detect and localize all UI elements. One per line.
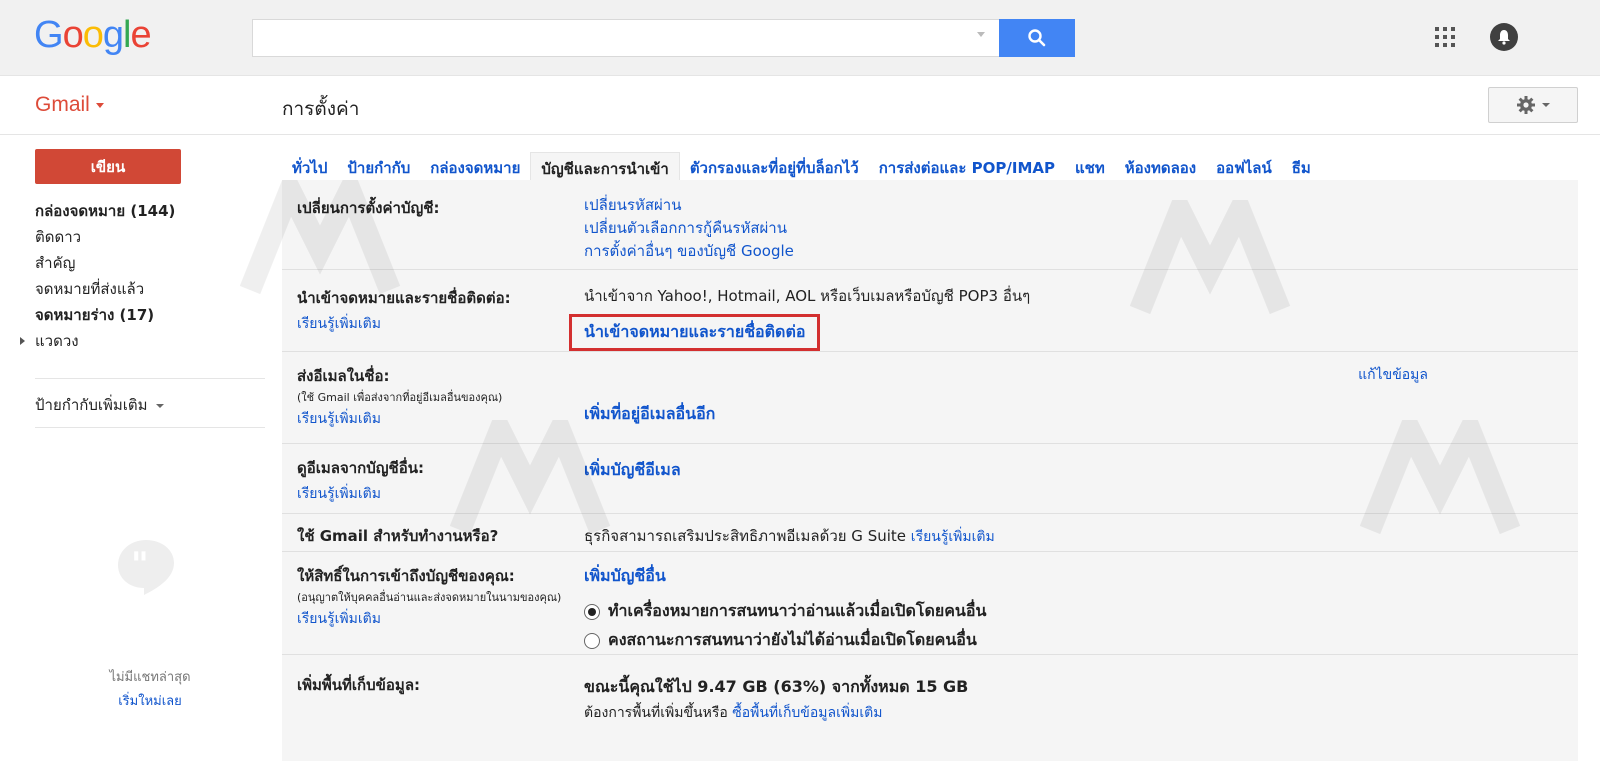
row-work: ใช้ Gmail สำหรับทำงานหรือ? ธุรกิจสามารถเ… [282,514,1578,552]
notifications-bell-icon[interactable] [1490,23,1518,51]
google-account-settings-link[interactable]: การตั้งค่าอื่นๆ ของบัญชี Google [584,240,1544,263]
option-keep-unread[interactable]: คงสถานะการสนทนาว่ายังไม่ได้อ่านเมื่อเปิด… [584,628,1544,653]
chevron-down-icon [95,102,104,108]
learn-more-link[interactable]: เรียนรู้เพิ่มเติม [297,608,567,630]
gear-icon [1517,96,1535,114]
app-header: Gmail การตั้งค่า [0,77,1600,135]
svg-text:": " [131,545,149,585]
hangouts-quote-icon: " [118,540,174,595]
search-icon [1028,29,1046,47]
sidebar-more-cut [35,354,265,368]
change-password-link[interactable]: เปลี่ยนรหัสผ่าน [584,194,1544,217]
option-label: คงสถานะการสนทนาว่ายังไม่ได้อ่านเมื่อเปิด… [608,630,977,649]
gmail-menu-button[interactable]: Gmail [35,93,104,117]
compose-button[interactable]: เขียน [35,149,181,184]
edit-info-link[interactable]: แก้ไขข้อมูล [1358,364,1428,386]
more-labels-label: ป้ายกำกับเพิ่มเติม [35,396,148,414]
more-labels-button[interactable]: ป้ายกำกับเพิ่มเติม [35,393,164,417]
row-subtitle: (ใช้ Gmail เพื่อส่งจากที่อยู่อีเมลอื่นขอ… [297,391,503,404]
page-title: การตั้งค่า [282,98,360,120]
tab-general[interactable]: ทั่วไป [282,152,337,180]
import-mail-contacts-link[interactable]: นำเข้าจดหมายและรายชื่อติดต่อ [569,314,821,351]
divider [35,427,265,428]
radio-checked[interactable] [584,603,600,620]
sidebar-item-sent[interactable]: จดหมายที่ส่งแล้ว [35,276,265,302]
row-import: นำเข้าจดหมายและรายชื่อติดต่อ: เรียนรู้เพ… [282,270,1578,352]
row-subtitle: (อนุญาตให้บุคคลอื่นอ่านและส่งจดหมายในนาม… [297,591,562,604]
sidebar-item-starred[interactable]: ติดดาว [35,224,265,250]
sidebar-item-label: แวดวง [35,332,79,350]
change-recovery-link[interactable]: เปลี่ยนตัวเลือกการกู้คืนรหัสผ่าน [584,217,1544,240]
tab-labels[interactable]: ป้ายกำกับ [337,152,420,180]
logo-letter: e [130,14,151,56]
tab-offline[interactable]: ออฟไลน์ [1206,152,1282,180]
no-recent-chats-text: ไม่มีแชทล่าสุด [109,670,191,685]
row-change-account: เปลี่ยนการตั้งค่าบัญชี: เปลี่ยนรหัสผ่าน … [282,180,1578,270]
tab-labs[interactable]: ห้องทดลอง [1115,152,1206,180]
row-title: ส่งอีเมลในชื่อ: [297,367,390,385]
tab-filters[interactable]: ตัวกรองและที่อยู่ที่บล็อกไว้ [680,152,869,180]
import-description: นำเข้าจาก Yahoo!, Hotmail, AOL หรือเว็บเ… [584,287,1031,305]
chevron-down-icon [1542,103,1550,107]
top-bar: Google [0,0,1600,76]
tab-themes[interactable]: ธีม [1282,152,1321,180]
divider [35,378,265,379]
row-title: ดูอีเมลจากบัญชีอื่น: [297,459,424,477]
settings-button[interactable] [1488,87,1578,123]
settings-panel: เปลี่ยนการตั้งค่าบัญชี: เปลี่ยนรหัสผ่าน … [282,180,1578,761]
buy-storage-link[interactable]: ซื้อพื้นที่เก็บข้อมูลเพิ่มเติม [732,705,882,721]
radio-unchecked[interactable] [584,632,600,649]
start-new-chat-link[interactable]: เริ่มใหม่เลย [100,690,200,711]
row-storage: เพิ่มพื้นที่เก็บข้อมูล: ขณะนี้คุณใช้ไป 9… [282,655,1578,761]
sidebar-item-drafts[interactable]: จดหมายร่าง (17) [35,302,265,328]
tab-accounts-import[interactable]: บัญชีและการนำเข้า [530,152,680,180]
row-title: ให้สิทธิ์ในการเข้าถึงบัญชีของคุณ: [297,567,515,585]
option-mark-read[interactable]: ทำเครื่องหมายการสนทนาว่าอ่านแล้วเมื่อเปิ… [584,599,1544,624]
add-email-address-link[interactable]: เพิ่มที่อยู่อีเมลอื่นอีก [584,404,715,423]
tab-inbox[interactable]: กล่องจดหมาย [420,152,530,180]
row-grant-access: ให้สิทธิ์ในการเข้าถึงบัญชีของคุณ: (อนุญา… [282,552,1578,655]
logo-letter: G [34,14,64,56]
google-logo[interactable]: Google [34,14,152,57]
sidebar-nav: กล่องจดหมาย (144) ติดดาว สำคัญ จดหมายที่… [20,198,265,368]
row-check-mail: ดูอีเมลจากบัญชีอื่น: เรียนรู้เพิ่มเติม เ… [282,444,1578,514]
row-title: นำเข้าจดหมายและรายชื่อติดต่อ: [297,289,511,307]
tab-chat[interactable]: แชท [1065,152,1115,180]
search-options-chevron-icon[interactable] [977,32,985,37]
logo-letter: o [62,14,84,56]
logo-letter: g [102,14,124,56]
learn-more-link[interactable]: เรียนรู้เพิ่มเติม [911,529,995,545]
learn-more-link[interactable]: เรียนรู้เพิ่มเติม [297,313,567,335]
row-send-as: ส่งอีเมลในชื่อ: (ใช้ Gmail เพื่อส่งจากที… [282,352,1578,444]
chevron-down-icon [155,403,164,408]
gmail-label: Gmail [35,93,90,116]
row-title: เปลี่ยนการตั้งค่าบัญชี: [297,199,440,217]
row-title: ใช้ Gmail สำหรับทำงานหรือ? [297,527,499,545]
search-button[interactable] [999,19,1075,57]
tab-forwarding-pop-imap[interactable]: การส่งต่อและ POP/IMAP [869,152,1065,180]
search-input[interactable] [252,19,999,57]
add-mail-account-link[interactable]: เพิ่มบัญชีอีเมล [584,460,681,479]
expand-arrow-icon[interactable] [20,337,25,345]
logo-letter: o [82,14,104,56]
sidebar-item-circles[interactable]: แวดวง [20,328,265,354]
sidebar-item-important[interactable]: สำคัญ [35,250,265,276]
row-title: เพิ่มพื้นที่เก็บข้อมูล: [297,676,421,694]
add-another-account-link[interactable]: เพิ่มบัญชีอื่น [584,564,1544,589]
storage-prompt: ต้องการพื้นที่เพิ่มขึ้นหรือ [584,705,728,721]
sidebar-item-inbox[interactable]: กล่องจดหมาย (144) [35,198,265,224]
learn-more-link[interactable]: เรียนรู้เพิ่มเติม [297,483,567,505]
learn-more-link[interactable]: เรียนรู้เพิ่มเติม [297,408,567,430]
work-description: ธุรกิจสามารถเสริมประสิทธิภาพอีเมลด้วย G … [584,527,907,545]
apps-grid-icon[interactable] [1435,27,1455,47]
storage-usage-text: ขณะนี้คุณใช้ไป 9.47 GB (63%) จากทั้งหมด … [584,677,969,696]
option-label: ทำเครื่องหมายการสนทนาว่าอ่านแล้วเมื่อเปิ… [608,601,987,620]
settings-tabs: ทั่วไป ป้ายกำกับ กล่องจดหมาย บัญชีและการ… [282,152,1321,180]
logo-letter: l [122,14,132,56]
